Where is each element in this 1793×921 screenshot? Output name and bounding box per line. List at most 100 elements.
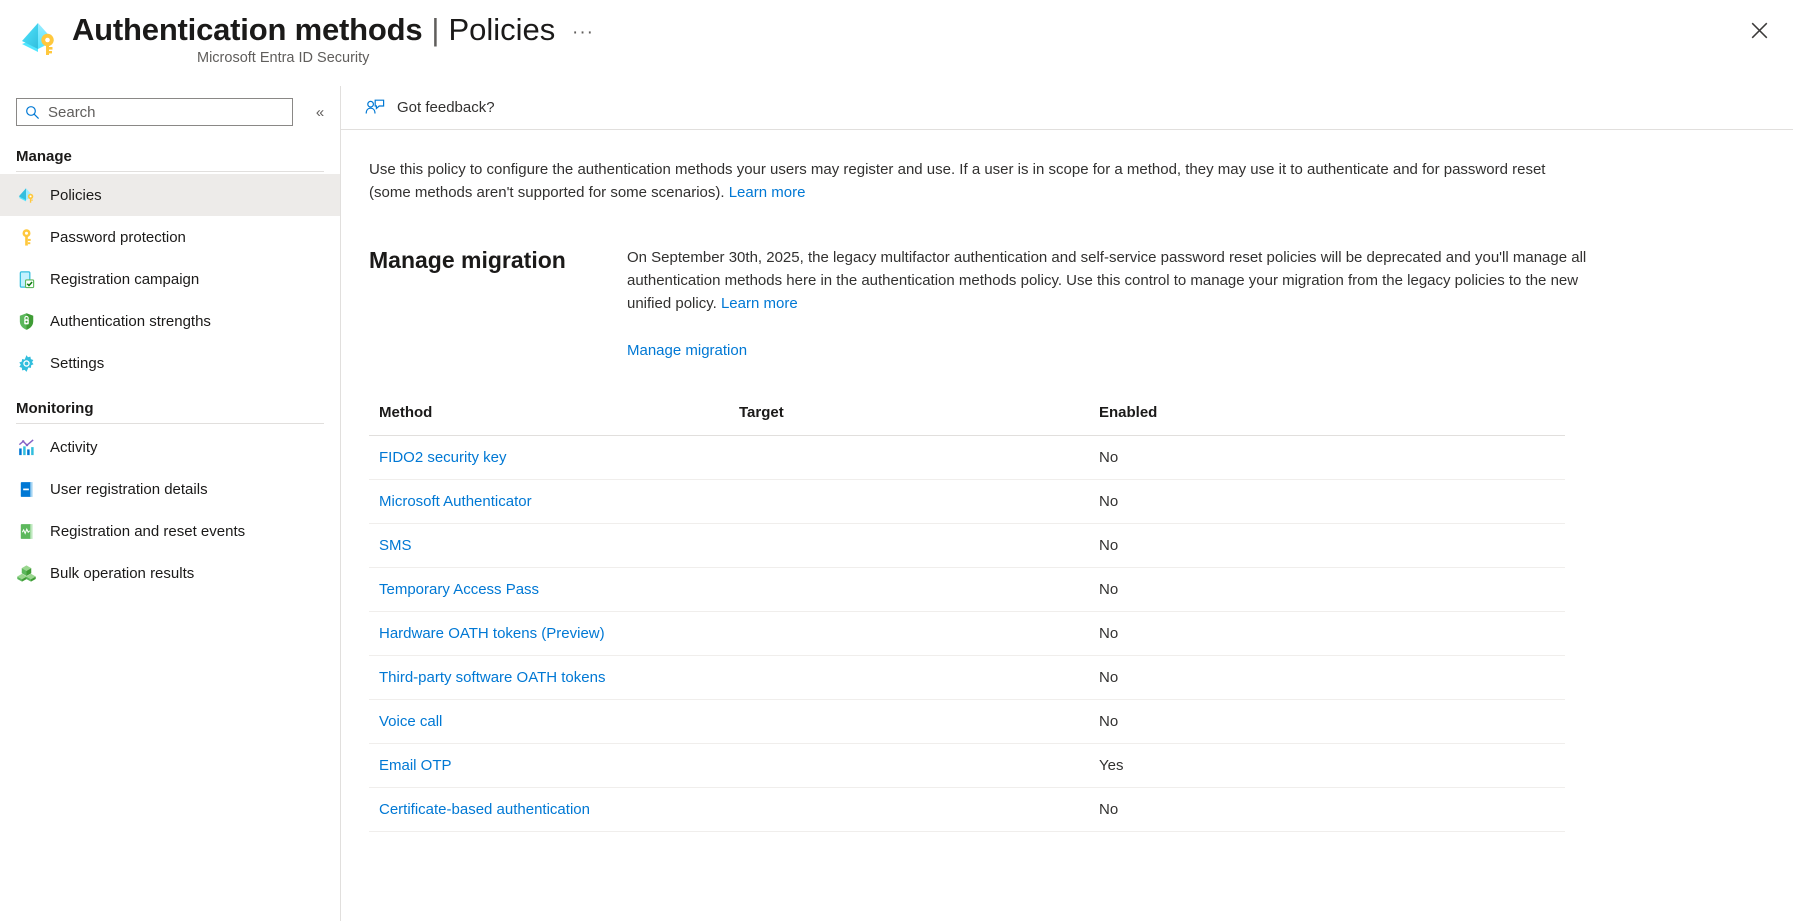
close-button[interactable] (1742, 13, 1776, 47)
sidebar: « Manage Policies (0, 86, 340, 921)
sidebar-item-policies[interactable]: Policies (0, 174, 340, 216)
nav-group-divider (16, 423, 324, 424)
main-content: Got feedback? Use this policy to configu… (340, 86, 1793, 921)
method-link[interactable]: Hardware OATH tokens (Preview) (379, 625, 605, 642)
cell-enabled: No (1089, 523, 1565, 568)
cell-target (729, 523, 1089, 568)
close-icon (1751, 22, 1767, 38)
feedback-person-icon (365, 99, 385, 114)
cell-target (729, 435, 1089, 480)
manage-migration-heading: Manage migration (369, 247, 566, 273)
shield-lock-icon (16, 311, 36, 331)
table-row[interactable]: Third-party software OATH tokens No (369, 655, 1565, 700)
table-row[interactable]: Email OTP Yes (369, 743, 1565, 788)
table-row[interactable]: SMS No (369, 523, 1565, 568)
green-book-icon (16, 521, 36, 541)
cell-method: Third-party software OATH tokens (369, 655, 729, 700)
gear-icon (16, 353, 36, 373)
table-row[interactable]: Voice call No (369, 699, 1565, 744)
sidebar-item-registration-and-reset-events[interactable]: Registration and reset events (0, 510, 340, 552)
page-title: Authentication methods (72, 12, 423, 47)
chart-activity-icon (16, 437, 36, 457)
more-options-button[interactable]: ··· (568, 18, 598, 48)
sidebar-item-label: Bulk operation results (50, 564, 195, 582)
got-feedback-label: Got feedback? (397, 99, 495, 116)
cubes-icon (16, 563, 36, 583)
cell-enabled: No (1089, 479, 1565, 524)
sidebar-item-label: Settings (50, 354, 105, 372)
column-header-method[interactable]: Method (369, 404, 729, 436)
sidebar-item-authentication-strengths[interactable]: Authentication strengths (0, 300, 340, 342)
nav-group-title-manage: Manage (16, 148, 72, 165)
blade-header: Authentication methods | Policies ··· Mi… (0, 0, 1793, 86)
command-bar: Got feedback? (341, 86, 1793, 130)
table-row[interactable]: Temporary Access Pass No (369, 567, 1565, 612)
sidebar-search-row: « (0, 92, 340, 132)
cell-method: Microsoft Authenticator (369, 479, 729, 524)
intro-text: Use this policy to configure the authent… (369, 161, 1546, 201)
active-tab-title: Policies (448, 12, 556, 47)
blade-body: « Manage Policies (0, 86, 1793, 921)
cell-enabled: No (1089, 655, 1565, 700)
key-icon (16, 227, 36, 247)
blade-title-row: Authentication methods | Policies (72, 12, 555, 48)
search-icon (26, 105, 40, 119)
cell-target (729, 567, 1089, 612)
cell-target (729, 655, 1089, 700)
cell-target (729, 479, 1089, 524)
entra-auth-methods-icon (16, 185, 36, 205)
cell-target (729, 699, 1089, 744)
manage-migration-learn-more-link[interactable]: Learn more (721, 295, 798, 312)
search-input[interactable] (46, 102, 286, 122)
authentication-methods-table-body: FIDO2 security key No Microsoft Authentica… (369, 435, 1565, 832)
sidebar-item-activity[interactable]: Activity (0, 426, 340, 468)
content-scroll-area: Use this policy to configure the authent… (341, 130, 1793, 832)
cell-method: FIDO2 security key (369, 435, 729, 480)
column-header-enabled[interactable]: Enabled (1089, 404, 1565, 436)
cell-enabled: No (1089, 699, 1565, 744)
cell-method: Certificate-based authentication (369, 787, 729, 832)
method-link[interactable]: Microsoft Authenticator (379, 493, 532, 510)
cell-enabled: No (1089, 567, 1565, 612)
sidebar-item-label: User registration details (50, 480, 208, 498)
manage-migration-section: Manage migration On September 30th, 2025… (369, 246, 1757, 360)
cell-enabled: No (1089, 787, 1565, 832)
sidebar-item-password-protection[interactable]: Password protection (0, 216, 340, 258)
column-header-target[interactable]: Target (729, 404, 1089, 436)
sidebar-item-settings[interactable]: Settings (0, 342, 340, 384)
sidebar-item-registration-campaign[interactable]: Registration campaign (0, 258, 340, 300)
method-link[interactable]: FIDO2 security key (379, 449, 507, 466)
table-row[interactable]: Hardware OATH tokens (Preview) No (369, 611, 1565, 656)
got-feedback-button[interactable]: Got feedback? (359, 92, 501, 124)
method-link[interactable]: SMS (379, 537, 412, 554)
entra-auth-methods-icon (18, 18, 60, 60)
nav-group-title-monitoring: Monitoring (16, 400, 94, 417)
nav-group-divider (16, 171, 324, 172)
method-link[interactable]: Temporary Access Pass (379, 581, 539, 598)
manage-migration-body: On September 30th, 2025, the legacy mult… (627, 246, 1587, 360)
sidebar-item-bulk-operation-results[interactable]: Bulk operation results (0, 552, 340, 594)
search-box[interactable] (16, 98, 293, 126)
cell-enabled: No (1089, 611, 1565, 656)
cell-enabled: No (1089, 435, 1565, 480)
cell-method: Email OTP (369, 743, 729, 788)
method-link[interactable]: Voice call (379, 713, 442, 730)
cell-target (729, 743, 1089, 788)
cell-target (729, 611, 1089, 656)
authentication-methods-table: Method Target Enabled FIDO2 security key… (369, 404, 1565, 832)
method-link[interactable]: Email OTP (379, 757, 452, 774)
table-row[interactable]: FIDO2 security key No (369, 435, 1565, 480)
cell-enabled: Yes (1089, 743, 1565, 788)
table-row[interactable]: Certificate-based authentication No (369, 787, 1565, 832)
method-link[interactable]: Third-party software OATH tokens (379, 669, 605, 686)
sidebar-collapse-button[interactable]: « (307, 99, 333, 125)
method-link[interactable]: Certificate-based authentication (379, 801, 590, 818)
manage-migration-link[interactable]: Manage migration (627, 342, 747, 359)
cell-target (729, 787, 1089, 832)
sidebar-item-user-registration-details[interactable]: User registration details (0, 468, 340, 510)
sidebar-item-label: Activity (50, 438, 98, 456)
intro-paragraph: Use this policy to configure the authent… (369, 158, 1584, 204)
table-row[interactable]: Microsoft Authenticator No (369, 479, 1565, 524)
intro-learn-more-link[interactable]: Learn more (729, 184, 806, 201)
sidebar-item-label: Policies (50, 186, 102, 204)
